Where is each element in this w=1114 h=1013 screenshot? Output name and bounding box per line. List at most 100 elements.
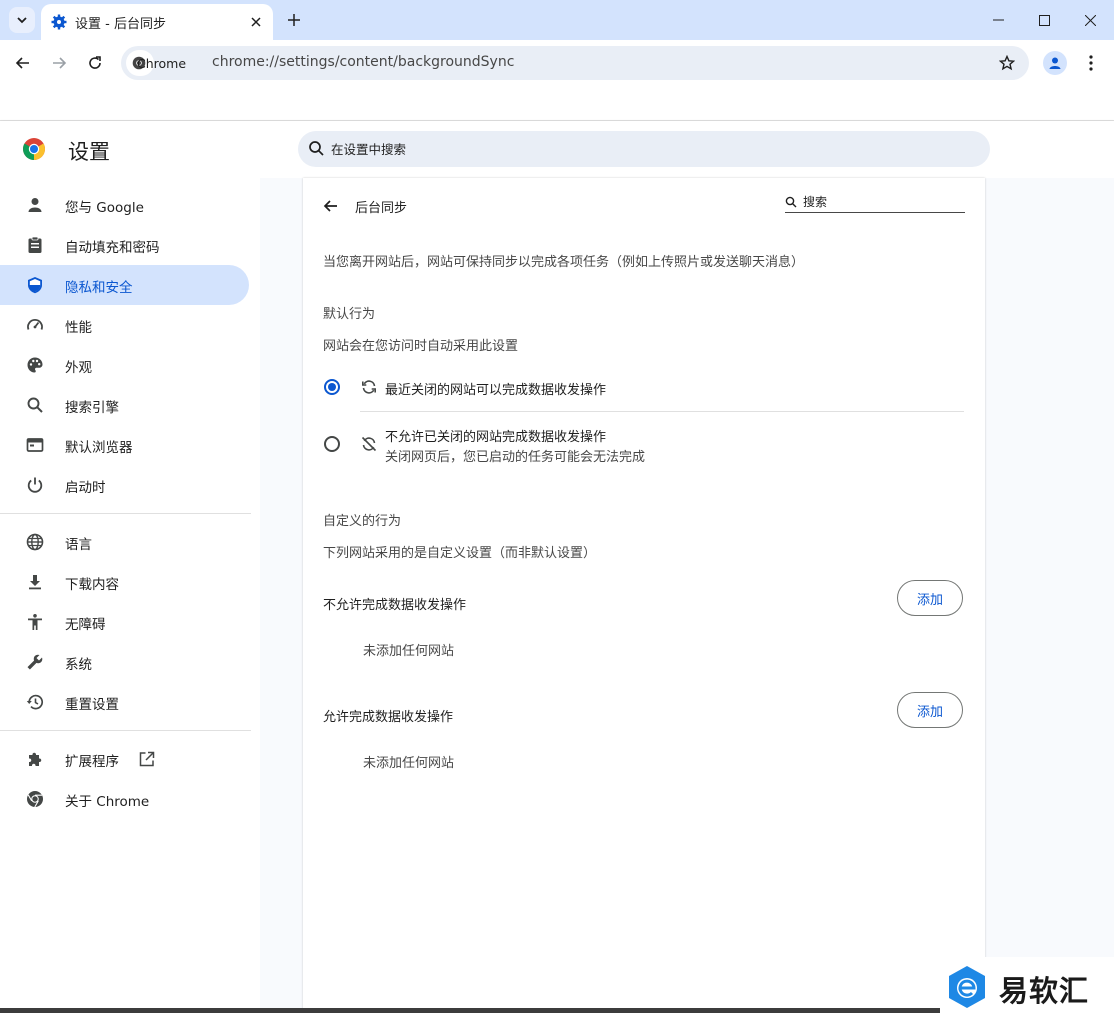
profile-avatar-button[interactable] <box>1043 51 1067 75</box>
site-info-chip[interactable]: Chrome <box>126 50 186 76</box>
add-blocked-site-button[interactable]: 添加 <box>897 580 963 616</box>
new-tab-button[interactable] <box>282 8 306 32</box>
chip-label: Chrome <box>137 55 187 71</box>
block-list-title: 不允许完成数据收发操作 <box>323 598 467 613</box>
page-description: 当您离开网站后，网站可保持同步以完成各项任务（例如上传照片或发送聊天消息） <box>323 255 805 270</box>
sidebar-item-extensions[interactable]: 扩展程序 <box>0 739 249 779</box>
option-allow-label[interactable]: 最近关闭的网站可以完成数据收发操作 <box>385 379 606 398</box>
sidebar-item-label: 您与 Google <box>65 200 144 216</box>
accessibility-icon <box>25 612 45 632</box>
puzzle-icon <box>25 749 45 769</box>
sidebar-item-on-startup[interactable]: 启动时 <box>0 465 249 505</box>
title-bar: 设置 - 后台同步 <box>0 0 1114 40</box>
globe-icon <box>25 532 45 552</box>
sidebar-item-autofill[interactable]: 自动填充和密码 <box>0 225 249 265</box>
sidebar-item-default-browser[interactable]: 默认浏览器 <box>0 425 249 465</box>
gear-icon <box>51 14 67 30</box>
sidebar-item-label: 系统 <box>65 657 92 673</box>
sidebar-item-label: 重置设置 <box>65 697 119 713</box>
menu-button[interactable] <box>1081 51 1101 75</box>
sidebar-item-accessibility[interactable]: 无障碍 <box>0 602 249 642</box>
radio-allow[interactable] <box>324 379 340 395</box>
settings-search-input[interactable] <box>331 139 931 159</box>
sidebar-item-reset[interactable]: 重置设置 <box>0 682 249 722</box>
bookmark-star-button[interactable] <box>995 51 1019 75</box>
back-to-site-settings-button[interactable] <box>319 194 343 218</box>
sidebar-item-about-chrome[interactable]: 关于 Chrome <box>0 779 249 819</box>
settings-sidebar: 您与 Google 自动填充和密码 隐私和安全 性能 外观 搜索引擎 默认浏览器… <box>0 178 260 1013</box>
person-icon <box>25 195 45 215</box>
search-icon <box>25 395 45 415</box>
sidebar-item-system[interactable]: 系统 <box>0 642 249 682</box>
page-search-input[interactable] <box>803 194 953 210</box>
sidebar-item-languages[interactable]: 语言 <box>0 522 249 562</box>
sidebar-divider <box>0 730 251 731</box>
sidebar-item-label: 默认浏览器 <box>65 440 133 456</box>
sidebar-item-label: 关于 Chrome <box>65 794 150 810</box>
sidebar-item-performance[interactable]: 性能 <box>0 305 249 345</box>
option-divider <box>360 411 964 412</box>
radio-block[interactable] <box>324 436 340 452</box>
active-tab[interactable]: 设置 - 后台同步 <box>41 4 273 40</box>
reload-button[interactable] <box>81 49 109 77</box>
minimize-button[interactable] <box>975 0 1021 40</box>
chrome-icon <box>25 789 45 809</box>
forward-button[interactable] <box>45 49 73 77</box>
sidebar-item-privacy[interactable]: 隐私和安全 <box>0 265 249 305</box>
tab-close-button[interactable] <box>247 13 265 31</box>
watermark-logo-icon <box>949 966 985 1008</box>
settings-header: 设置 <box>0 121 1114 178</box>
sidebar-item-label: 自动填充和密码 <box>65 240 160 256</box>
palette-icon <box>25 355 45 375</box>
watermark-text: 易软汇 <box>999 974 1090 1008</box>
sidebar-item-you-and-google[interactable]: 您与 Google <box>0 185 249 225</box>
settings-title: 设置 <box>68 140 110 164</box>
sidebar-item-label: 下载内容 <box>65 577 119 593</box>
custom-behavior-heading: 自定义的行为 <box>323 514 402 529</box>
maximize-button[interactable] <box>1021 0 1067 40</box>
open-in-new-icon <box>139 751 155 767</box>
add-allowed-site-button[interactable]: 添加 <box>897 692 963 728</box>
person-icon <box>1049 57 1061 69</box>
option-block-sublabel: 关闭网页后，您已启动的任务可能会无法完成 <box>385 450 646 465</box>
allow-list-title: 允许完成数据收发操作 <box>323 710 454 725</box>
sync-icon <box>360 378 378 396</box>
minimize-icon <box>992 19 1004 21</box>
custom-behavior-subtitle: 下列网站采用的是自定义设置（而非默认设置） <box>323 546 597 561</box>
sync-disabled-icon <box>360 435 378 453</box>
chrome-logo-icon <box>23 138 45 160</box>
taskbar-edge <box>0 1008 940 1013</box>
sidebar-item-label: 语言 <box>65 537 92 553</box>
background-sync-card: 后台同步 当您离开网站后，网站可保持同步以完成各项任务（例如上传照片或发送聊天消… <box>303 178 985 1013</box>
maximize-icon <box>1038 14 1050 26</box>
sidebar-item-appearance[interactable]: 外观 <box>0 345 249 385</box>
close-icon <box>1084 14 1096 26</box>
power-icon <box>25 475 45 495</box>
arrow-left-icon <box>15 57 29 69</box>
allow-list-empty: 未添加任何网站 <box>363 756 455 771</box>
browser-icon <box>25 435 45 455</box>
sidebar-item-search-engine[interactable]: 搜索引擎 <box>0 385 249 425</box>
sidebar-item-label: 启动时 <box>65 480 106 496</box>
close-window-button[interactable] <box>1067 0 1113 40</box>
settings-search-box[interactable] <box>298 131 990 167</box>
sidebar-item-downloads[interactable]: 下载内容 <box>0 562 249 602</box>
default-behavior-heading: 默认行为 <box>323 307 376 322</box>
clipboard-icon <box>25 235 45 255</box>
sidebar-item-label: 隐私和安全 <box>65 280 133 296</box>
star-icon <box>999 55 1015 71</box>
sidebar-item-label: 性能 <box>65 320 92 336</box>
close-icon <box>251 17 261 27</box>
back-button[interactable] <box>9 49 37 77</box>
page-search-box[interactable] <box>785 193 965 213</box>
reload-icon <box>89 56 101 69</box>
arrow-left-icon <box>323 200 337 212</box>
toolbar: Chrome chrome://settings/content/backgro… <box>0 40 1114 86</box>
option-block-label[interactable]: 不允许已关闭的网站完成数据收发操作 <box>385 426 606 445</box>
search-icon <box>309 141 324 156</box>
url-text[interactable]: chrome://settings/content/backgroundSync <box>212 54 514 70</box>
sidebar-divider <box>0 513 251 514</box>
speedometer-icon <box>25 315 45 335</box>
address-bar[interactable]: Chrome chrome://settings/content/backgro… <box>121 46 1029 80</box>
tab-search-button[interactable] <box>9 7 35 33</box>
